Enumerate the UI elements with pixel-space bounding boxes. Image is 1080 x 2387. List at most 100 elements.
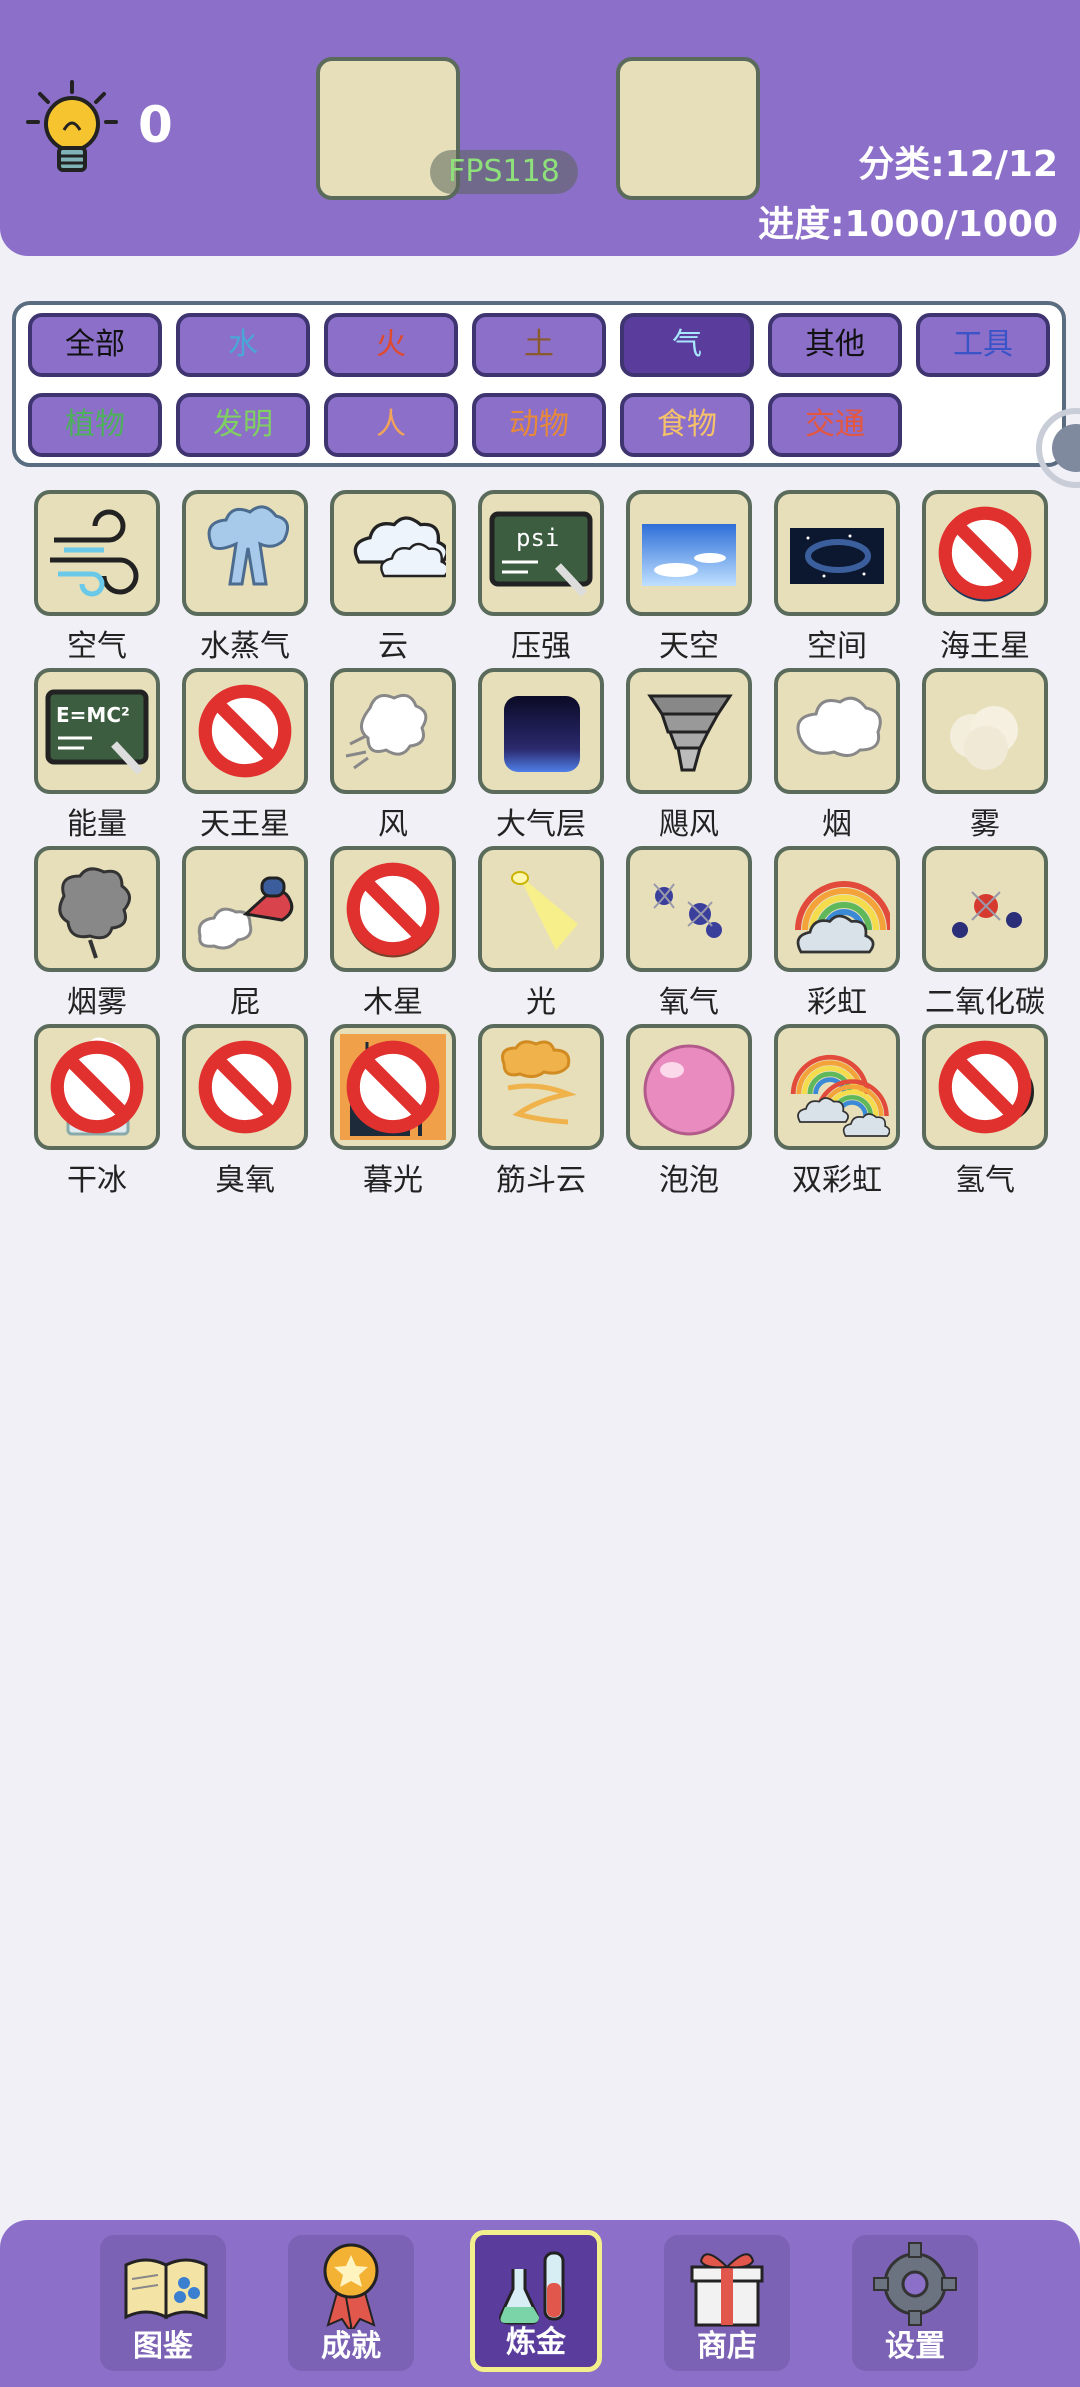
element-tile[interactable]: HH [922, 1024, 1048, 1150]
filter-chip[interactable]: 气 [620, 313, 754, 377]
element-tile[interactable] [774, 490, 900, 616]
nav-gear-button[interactable]: 设置 [852, 2235, 978, 2371]
combine-slot-2[interactable] [616, 57, 760, 200]
bubble-icon [643, 1044, 735, 1136]
element-card[interactable]: 天空 [618, 490, 758, 670]
filter-chip[interactable]: 土 [472, 313, 606, 377]
element-label: 木星 [363, 985, 423, 1020]
element-tile[interactable] [182, 1024, 308, 1150]
nav-flask-button[interactable]: 炼金 [470, 2230, 602, 2372]
element-tile[interactable] [626, 846, 752, 972]
element-card[interactable]: 烟 [766, 668, 906, 848]
element-card[interactable]: 臭氧 [174, 1024, 314, 1204]
element-tile[interactable] [34, 490, 160, 616]
element-tile[interactable] [182, 668, 308, 794]
book-icon [124, 2258, 208, 2320]
element-tile[interactable]: E=MC² [34, 668, 160, 794]
element-tile[interactable] [922, 668, 1048, 794]
nav-medal-button[interactable]: 成就 [288, 2235, 414, 2371]
filter-chip[interactable]: 人 [324, 393, 458, 457]
filter-chip[interactable]: 其他 [768, 313, 902, 377]
element-tile[interactable] [774, 1024, 900, 1150]
element-tile[interactable] [182, 846, 308, 972]
element-tile[interactable] [34, 1024, 160, 1150]
sky-icon [642, 524, 736, 586]
element-label: 天王星 [200, 807, 290, 842]
filter-chip[interactable]: 交通 [768, 393, 902, 457]
element-tile[interactable] [330, 846, 456, 972]
element-label: 空气 [67, 629, 127, 664]
element-tile[interactable] [330, 1024, 456, 1150]
nav-label: 图鉴 [133, 2329, 193, 2364]
element-card[interactable]: 光 [470, 846, 610, 1026]
nav-gift-button[interactable]: 商店 [664, 2235, 790, 2371]
element-tile[interactable] [626, 1024, 752, 1150]
element-card[interactable]: E=MC² 能量 [26, 668, 166, 848]
filter-chip[interactable]: 火 [324, 313, 458, 377]
tornado-icon [647, 694, 733, 772]
element-card[interactable]: 氧气 [618, 846, 758, 1026]
element-card[interactable]: 天王星 [174, 668, 314, 848]
element-label: 云 [378, 629, 408, 664]
element-card[interactable]: 烟雾 [26, 846, 166, 1026]
filter-chip[interactable]: 工具 [916, 313, 1050, 377]
element-card[interactable]: 空间 [766, 490, 906, 670]
filter-chip[interactable]: 发明 [176, 393, 310, 457]
element-card[interactable]: 木星 [322, 846, 462, 1026]
filter-chip[interactable]: 食物 [620, 393, 754, 457]
co2-icon [952, 891, 1022, 938]
element-label: 氧气 [659, 985, 719, 1020]
element-card[interactable]: 风 [322, 668, 462, 848]
element-card[interactable]: 筋斗云 [470, 1024, 610, 1204]
progress-stat: 进度:1000/1000 [758, 204, 1058, 245]
element-label: 能量 [67, 807, 127, 842]
element-tile[interactable] [922, 846, 1048, 972]
somersault-cloud-icon [501, 1040, 577, 1125]
nav-book-button[interactable]: 图鉴 [100, 2235, 226, 2371]
element-label: 风 [378, 807, 408, 842]
gear-icon [873, 2242, 957, 2326]
element-card[interactable]: 干冰 [26, 1024, 166, 1204]
element-tile[interactable]: psi [478, 490, 604, 616]
element-tile[interactable] [774, 846, 900, 972]
smoke-icon [796, 696, 882, 757]
element-card[interactable]: 双彩虹 [766, 1024, 906, 1204]
element-card[interactable]: psi 压强 [470, 490, 610, 670]
filter-chip[interactable]: 动物 [472, 393, 606, 457]
filter-chip[interactable]: 全部 [28, 313, 162, 377]
medal-icon [323, 2243, 379, 2329]
element-card[interactable]: 云 [322, 490, 462, 670]
element-label: 干冰 [67, 1163, 127, 1198]
top-bar: 0 FPS118 分类:12/12 进度:1000/1000 [0, 0, 1080, 256]
flask-icon [499, 2251, 565, 2325]
element-card[interactable]: 水蒸气 [174, 490, 314, 670]
element-card[interactable]: 大气层 [470, 668, 610, 848]
element-tile[interactable] [478, 846, 604, 972]
element-card[interactable]: 飓风 [618, 668, 758, 848]
element-tile[interactable] [330, 668, 456, 794]
lightbulb-icon[interactable] [26, 80, 118, 180]
steam-icon [207, 505, 290, 586]
prohibited-icon [938, 506, 1032, 600]
element-tile[interactable] [478, 1024, 604, 1150]
element-tile[interactable] [626, 668, 752, 794]
element-card[interactable]: 海王星 [914, 490, 1054, 670]
element-tile[interactable] [774, 668, 900, 794]
element-tile[interactable] [330, 490, 456, 616]
element-tile[interactable] [34, 846, 160, 972]
element-tile[interactable] [626, 490, 752, 616]
element-tile[interactable] [922, 490, 1048, 616]
filter-chip[interactable]: 植物 [28, 393, 162, 457]
element-card[interactable]: 彩虹 [766, 846, 906, 1026]
nav-label: 商店 [697, 2329, 757, 2364]
filter-chip[interactable]: 水 [176, 313, 310, 377]
element-card[interactable]: 暮光 [322, 1024, 462, 1204]
element-tile[interactable] [182, 490, 308, 616]
element-card[interactable]: 空气 [26, 490, 166, 670]
element-tile[interactable] [478, 668, 604, 794]
element-card[interactable]: 雾 [914, 668, 1054, 848]
element-card[interactable]: HH 氢气 [914, 1024, 1054, 1204]
element-card[interactable]: 泡泡 [618, 1024, 758, 1204]
element-card[interactable]: 屁 [174, 846, 314, 1026]
element-card[interactable]: 二氧化碳 [914, 846, 1054, 1026]
